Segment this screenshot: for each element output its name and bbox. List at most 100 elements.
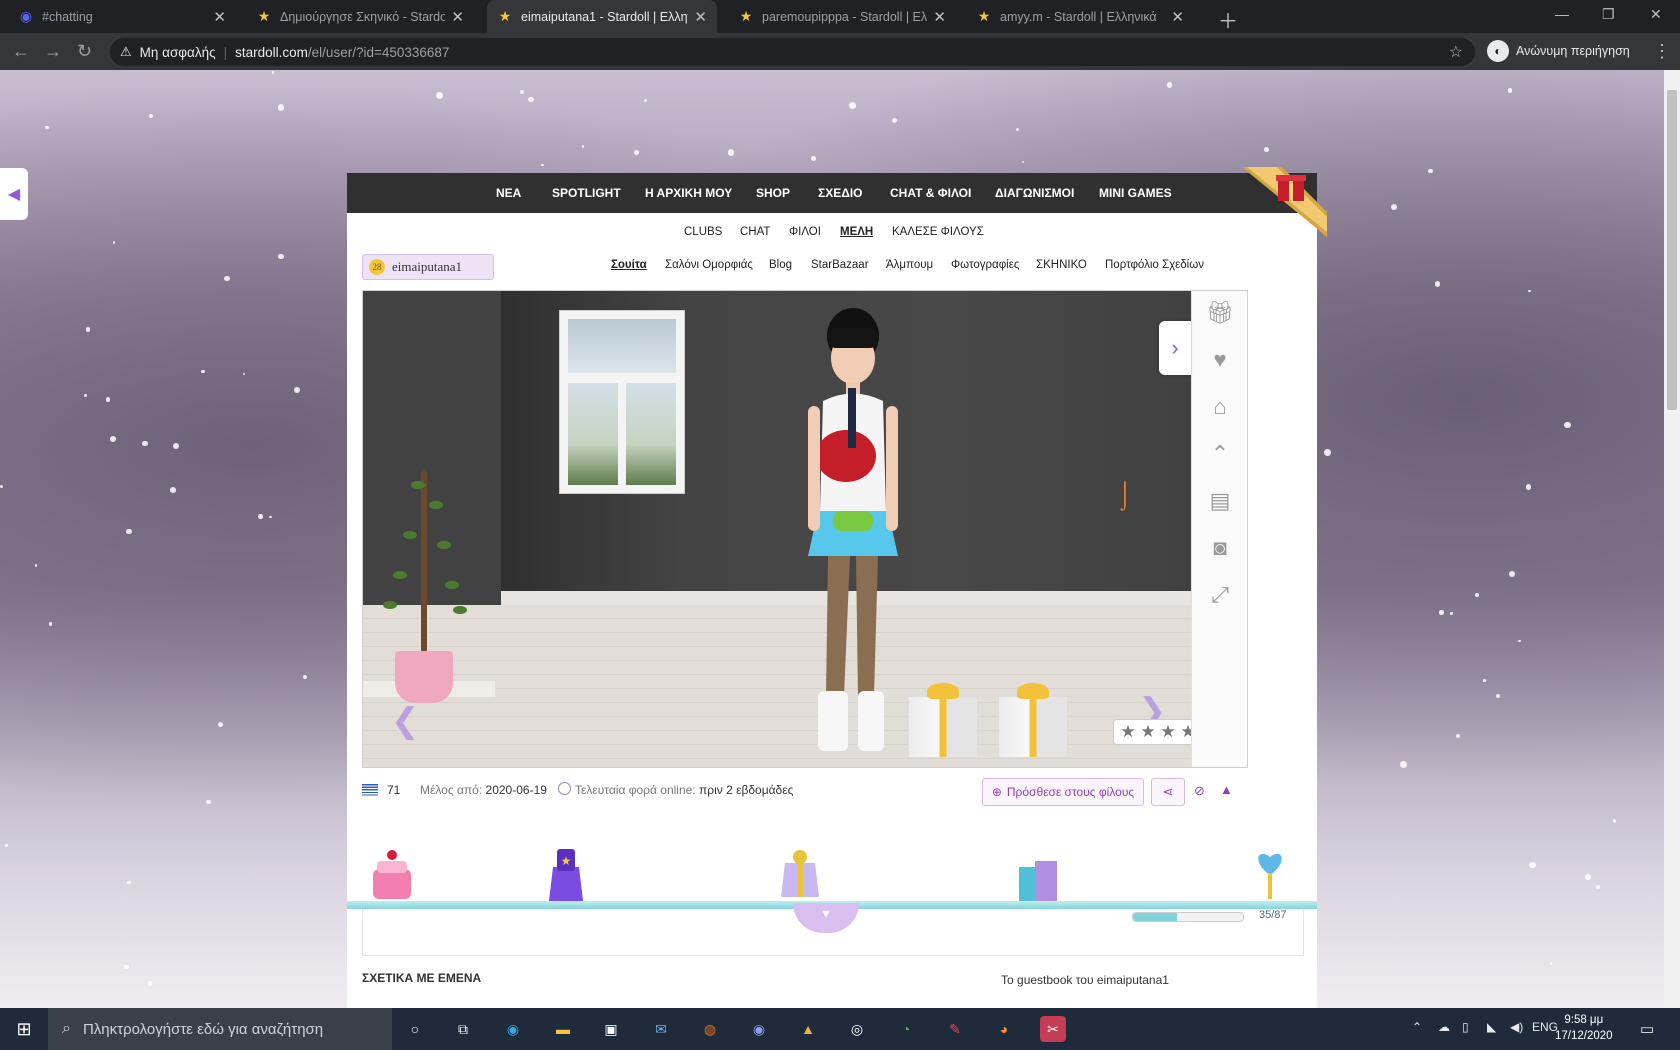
nav-design[interactable]: ΣΧΕΔΙΟ (818, 186, 863, 200)
last-online: Τελευταία φορά online: πριν 2 εβδομάδες (575, 783, 794, 797)
tab-chatting[interactable]: ◉ #chatting ✕ (8, 0, 236, 33)
gift-box[interactable] (908, 683, 978, 758)
bookmark-star-icon[interactable]: ☆ (1449, 42, 1463, 62)
heart-key-item[interactable] (1247, 845, 1293, 903)
paint-icon[interactable]: ✎ (942, 1016, 968, 1042)
snowflake (891, 118, 897, 124)
close-icon[interactable]: ✕ (933, 8, 946, 26)
side-megaphone-tab[interactable]: ◀ (0, 168, 28, 220)
media-player-icon[interactable]: ◎ (844, 1016, 870, 1042)
home-icon[interactable]: ⌂ (1206, 393, 1234, 421)
volume-icon[interactable]: ◀) (1510, 1020, 1523, 1034)
nav-mini-games[interactable]: MINI GAMES (1099, 186, 1172, 200)
suite-scene[interactable]: ⌡ ❮ ❯ ★ ★ ★ ★ ★ 🎁︎ ♥ ⌂ ⌃ ▤ ◙ ⤢ › (362, 290, 1248, 768)
star-icon[interactable]: ★ (1120, 722, 1135, 742)
origin-icon[interactable]: ◍ (697, 1016, 723, 1042)
back-button[interactable]: ← (12, 41, 30, 62)
add-friend-button[interactable]: ⊕ Πρόσθεσε στους φίλους (982, 778, 1144, 806)
heart-icon[interactable]: ♥ (1206, 346, 1234, 374)
close-icon[interactable]: ✕ (451, 8, 464, 26)
block-icon[interactable]: ⊘ (1194, 783, 1205, 799)
forward-button[interactable]: → (44, 41, 62, 62)
taskbar-search[interactable]: ⌕ Πληκτρολογήστε εδώ για αναζήτηση (48, 1008, 392, 1050)
edge-icon[interactable]: ◉ (500, 1016, 526, 1042)
hanger-icon[interactable]: ⌃ (1206, 440, 1234, 468)
tab-album[interactable]: Άλμπουμ (886, 259, 933, 271)
cortana-icon[interactable]: ○ (402, 1016, 428, 1042)
tab-starbazaar[interactable]: StarBazaar (811, 259, 869, 271)
cake-item[interactable] (369, 845, 415, 903)
tab-eimaiputana1[interactable]: ★ eimaiputana1 - Stardoll | Ελληνικ ✕ (487, 0, 717, 33)
close-icon[interactable]: ✕ (213, 8, 226, 26)
nav-spotlight[interactable]: SPOTLIGHT (552, 186, 621, 200)
gift-crystal-item[interactable] (777, 845, 823, 903)
reload-button[interactable]: ↻ (77, 41, 92, 62)
url-field[interactable]: ⚠ Μη ασφαλής | stardoll.com/el/user/?id=… (110, 38, 1475, 66)
nav-contests[interactable]: ΔΙΑΓΩΝΙΣΜΟΙ (995, 186, 1074, 200)
close-icon[interactable]: ✕ (1171, 8, 1184, 26)
tab-amyy[interactable]: ★ amyy.m - Stardoll | Ελληνικά ✕ (966, 0, 1194, 33)
tab-blog[interactable]: Blog (769, 259, 792, 271)
minimize-button[interactable]: — (1555, 6, 1569, 22)
app-icon[interactable]: ▲ (795, 1016, 821, 1042)
discord-icon[interactable]: ◉ (746, 1016, 772, 1042)
restore-button[interactable]: ❐ (1602, 6, 1615, 23)
network-icon[interactable]: ◣ (1487, 1020, 1496, 1034)
gift-icon[interactable]: 🎁︎ (1206, 299, 1234, 327)
tab-create-scene[interactable]: ★ Δημιούργησε Σκηνικό - Stardoll | ✕ (246, 0, 474, 33)
gift-ribbon-icon[interactable] (1242, 167, 1327, 237)
cloud-icon[interactable]: ☁ (1438, 1020, 1450, 1034)
expand-panel-button[interactable]: › (1159, 321, 1191, 375)
gift-box[interactable] (998, 683, 1068, 758)
doll-avatar[interactable] (788, 306, 918, 756)
tab-beauty-parlor[interactable]: Σαλόνι Ομορφιάς (665, 259, 753, 271)
close-icon[interactable]: ✕ (694, 8, 707, 26)
system-clock[interactable]: 9:58 μμ 17/12/2020 (1555, 1012, 1613, 1044)
tab-photos[interactable]: Φωτογραφίες (951, 259, 1019, 271)
scene-prev-arrow[interactable]: ❮ (391, 701, 420, 741)
tab-suite[interactable]: Σουίτα (611, 259, 647, 271)
incognito-indicator[interactable]: ◐ Ανώνυμη περιήγηση (1487, 40, 1630, 62)
snowflake (848, 102, 856, 110)
new-tab-button[interactable]: ＋ (1218, 5, 1238, 34)
star-icon[interactable]: ★ (1140, 722, 1155, 742)
subnav-friends[interactable]: ΦΙΛΟΙ (789, 226, 821, 238)
task-view-icon[interactable]: ⧉ (450, 1016, 476, 1042)
tray-chevron-icon[interactable]: ⌃ (1412, 1020, 1422, 1034)
nav-chat-friends[interactable]: CHAT & ΦΙΛΟΙ (890, 186, 971, 200)
browser-menu-icon[interactable]: ⋮ (1653, 41, 1671, 62)
close-window-button[interactable]: ✕ (1650, 6, 1662, 23)
fullscreen-icon[interactable]: ⤢ (1206, 581, 1234, 609)
shop-icon[interactable]: ▤ (1206, 487, 1234, 515)
store-icon[interactable]: ▣ (598, 1016, 624, 1042)
notifications-icon[interactable]: ▭ (1640, 1020, 1654, 1038)
tab-paremoupipppa[interactable]: ★ paremoupipppa - Stardoll | Ελ ✕ (728, 0, 956, 33)
subnav-chat[interactable]: CHAT (740, 226, 770, 238)
snowflake (1456, 734, 1461, 739)
chrome-icon[interactable]: ◔ (893, 1016, 919, 1042)
tab-scenery[interactable]: ΣΚΗΝΙΚΟ (1036, 259, 1087, 271)
windows-start-icon[interactable]: ⊞ (0, 1008, 48, 1050)
subnav-clubs[interactable]: CLUBS (684, 226, 722, 238)
username-badge[interactable]: 28 eimaiputana1 (362, 254, 494, 280)
nav-news[interactable]: ΝΕΑ (496, 186, 521, 200)
mail-icon[interactable]: ✉ (648, 1016, 674, 1042)
nav-shop[interactable]: SHOP (756, 186, 790, 200)
nav-my-home[interactable]: Η ΑΡΧΙΚΗ ΜΟΥ (645, 186, 732, 200)
share-button[interactable]: ⋖ (1151, 778, 1185, 806)
trophy-item[interactable]: ★ (543, 845, 589, 903)
microphone-icon[interactable]: ▯ (1462, 1020, 1469, 1034)
subnav-members[interactable]: ΜΕΛΗ (840, 226, 873, 238)
page-scrollbar[interactable] (1664, 70, 1680, 1008)
star-icon[interactable]: ★ (1160, 722, 1175, 742)
shopping-bags-item[interactable] (1015, 845, 1061, 903)
file-explorer-icon[interactable]: ▬ (550, 1016, 576, 1042)
snowflake (217, 722, 223, 728)
firefox-icon[interactable]: ◕ (991, 1016, 1017, 1042)
report-icon[interactable]: ▲ (1220, 782, 1233, 797)
subnav-invite-friends[interactable]: ΚΑΛΕΣΕ ΦΙΛΟΥΣ (892, 226, 984, 238)
camera-icon[interactable]: ◙ (1206, 534, 1234, 562)
incognito-icon: ◐ (1487, 40, 1509, 62)
snipping-tool-icon[interactable]: ✂ (1040, 1016, 1066, 1042)
tab-design-portfolio[interactable]: Πορτφόλιο Σχεδίων (1105, 259, 1204, 271)
